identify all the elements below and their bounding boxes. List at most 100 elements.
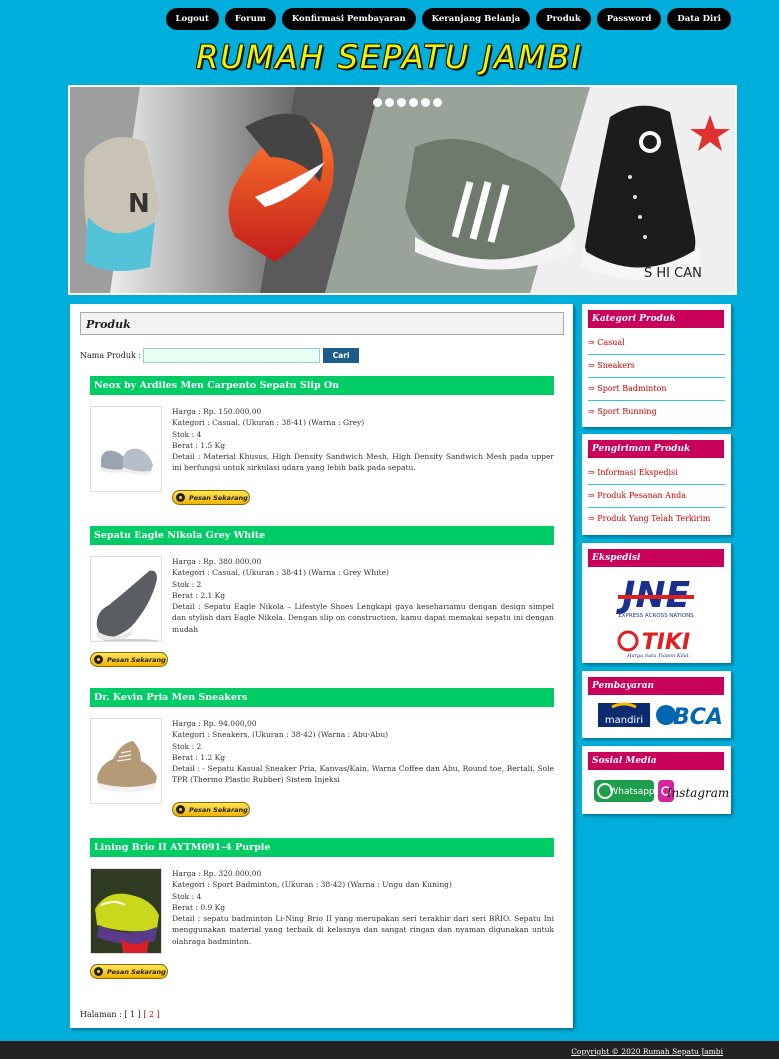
product-detail: Detail : Material Khusus, High Density S… — [172, 452, 554, 473]
product-category: Kategori : Sport Badminton, (Ukuran : 38… — [172, 880, 452, 890]
slider-dot[interactable] — [373, 98, 382, 107]
copyright-link[interactable]: Copyright © 2020 Rumah Sepatu Jambi — [571, 1047, 723, 1056]
product-weight: Berat : 1.5 Kg — [172, 440, 226, 450]
product-detail: Detail : - Sepatu Kasual Sneaker Pria, K… — [172, 764, 554, 785]
product-image[interactable] — [90, 718, 162, 804]
nav-data-diri[interactable]: Data Diri — [667, 8, 731, 30]
slider-dot[interactable] — [385, 98, 394, 107]
pagination-current: [ 1 ] — [124, 1010, 141, 1019]
jne-tagline: EXPRESS ACROSS NATIONS — [618, 613, 694, 619]
search-form: Nama Produk : Cari — [80, 348, 360, 363]
product-image[interactable] — [90, 868, 162, 954]
product-category: Kategori : Sneakers, (Ukuran : 38-42) (W… — [172, 730, 389, 740]
product-image[interactable] — [90, 556, 162, 642]
pagination-page-2[interactable]: [ 2 ] — [143, 1010, 159, 1019]
product-card: Neox by Ardiles Men Carpento Sepatu Slip… — [90, 376, 554, 505]
site-title: RUMAH SEPATU JAMBI — [196, 38, 583, 76]
pagination: Halaman : [ 1 ] [ 2 ] — [80, 1010, 160, 1019]
cart-icon — [94, 967, 103, 976]
cart-icon — [176, 493, 185, 502]
search-input[interactable] — [143, 348, 321, 363]
bca-logo: BCA — [673, 705, 723, 730]
product-title[interactable]: Neox by Ardiles Men Carpento Sepatu Slip… — [90, 376, 554, 395]
product-title[interactable]: Dr. Kevin Pria Men Sneakers — [90, 688, 554, 707]
whatsapp-link[interactable]: Whatsapp — [609, 787, 655, 797]
product-info: Harga : Rp. 320.000,00 Kategori : Sport … — [172, 868, 554, 947]
product-weight: Berat : 0.9 Kg — [172, 902, 226, 912]
nav-keranjang-belanja[interactable]: Keranjang Belanja — [421, 8, 531, 30]
product-title[interactable]: Lining Brio II AYTM091-4 Purple — [90, 838, 554, 857]
product-info: Harga : Rp. 94.000,00 Kategori : Sneaker… — [172, 718, 554, 786]
product-detail: Detail : sepatu badminton Li-Ning Brio I… — [172, 914, 554, 946]
nav-forum[interactable]: Forum — [224, 8, 276, 30]
sidebar-pembayaran: Pembayaran mandiri BCA — [582, 671, 731, 738]
product-price: Harga : Rp. 320.000,00 — [172, 869, 262, 878]
nav-password[interactable]: Password — [596, 8, 662, 30]
tiki-logo: TIKI — [642, 630, 690, 655]
slider-dot[interactable] — [433, 98, 442, 107]
sidebar-heading: Kategori Produk — [588, 310, 724, 328]
pagination-label: Halaman : — [80, 1010, 122, 1019]
product-price: Harga : Rp. 94.000,00 — [172, 719, 257, 728]
sidebar-sosial: Sosial Media Whatsapp Instagram — [582, 746, 731, 814]
product-detail: Detail : Sepatu Eagle Nikola – Lifestyle… — [172, 602, 554, 634]
tiki-tagline: Harga Satu Tiapon Kilat — [626, 653, 690, 659]
sidebar-heading: Pembayaran — [588, 677, 724, 695]
cart-icon — [94, 655, 103, 664]
sidebar-item-sport-badminton[interactable]: ⇒ Sport Badminton — [588, 378, 725, 401]
product-price: Harga : Rp. 380.000,00 — [172, 557, 262, 566]
slider-dot[interactable] — [397, 98, 406, 107]
sidebar-kategori: Kategori Produk ⇒ Casual ⇒ Sneakers ⇒ Sp… — [582, 304, 731, 427]
sidebar-item-produk-pesanan[interactable]: ⇒ Produk Pesanan Anda — [588, 485, 725, 508]
sidebar-heading: Ekspedisi — [588, 549, 724, 567]
sidebar-heading: Pengiriman Produk — [588, 440, 724, 458]
product-price: Harga : Rp. 150.000,00 — [172, 407, 262, 416]
product-category: Kategori : Casual, (Ukuran : 38-41) (War… — [172, 418, 365, 428]
banner-slideshow: N S HI CAN — [70, 87, 735, 293]
slider-dot[interactable] — [421, 98, 430, 107]
product-weight: Berat : 2.1 Kg — [172, 590, 226, 600]
svg-text:N: N — [128, 189, 150, 219]
slider-dots — [373, 98, 442, 107]
product-stock: Stok : 2 — [172, 741, 202, 751]
nav-logout[interactable]: Logout — [165, 8, 219, 30]
sidebar-item-informasi-ekspedisi[interactable]: ⇒ Informasi Ekspedisi — [588, 462, 725, 485]
sidebar-item-sport-running[interactable]: ⇒ Sport Running — [588, 401, 725, 423]
bank-logos: mandiri BCA — [598, 702, 723, 730]
banner-image: N S HI CAN — [70, 87, 735, 293]
slider-dot[interactable] — [409, 98, 418, 107]
order-button[interactable]: Pesan Sekarang — [90, 964, 168, 979]
sidebar-item-casual[interactable]: ⇒ Casual — [588, 332, 725, 355]
product-category: Kategori : Casual, (Ukuran : 38-41) (War… — [172, 568, 389, 578]
social-logos: Whatsapp Instagram — [594, 780, 730, 802]
search-label: Nama Produk : — [80, 351, 142, 360]
sidebar-heading: Sosial Media — [588, 752, 724, 770]
product-card: Sepatu Eagle Nikola Grey White Harga : R… — [90, 526, 554, 667]
product-title[interactable]: Sepatu Eagle Nikola Grey White — [90, 526, 554, 545]
mandiri-logo: mandiri — [605, 715, 643, 726]
courier-logos: JNE EXPRESS ACROSS NATIONS TIKI Harga Sa… — [616, 575, 694, 659]
page-title: Produk — [80, 312, 564, 335]
cart-icon — [176, 805, 185, 814]
product-stock: Stok : 4 — [172, 891, 202, 901]
banner-caption: S HI CAN — [644, 266, 702, 281]
order-button[interactable]: Pesan Sekarang — [90, 652, 168, 667]
nav-konfirmasi-pembayaran[interactable]: Konfirmasi Pembayaran — [281, 8, 416, 30]
product-info: Harga : Rp. 380.000,00 Kategori : Casual… — [172, 556, 554, 635]
search-button[interactable]: Cari — [323, 348, 360, 363]
product-info: Harga : Rp. 150.000,00 Kategori : Casual… — [172, 406, 554, 474]
sidebar-ekspedisi: Ekspedisi JNE EXPRESS ACROSS NATIONS TIK… — [582, 543, 731, 663]
sidebar-pengiriman: Pengiriman Produk ⇒ Informasi Ekspedisi … — [582, 434, 731, 535]
order-button[interactable]: Pesan Sekarang — [172, 490, 250, 505]
main-content: Produk Nama Produk : Cari Neox by Ardile… — [70, 304, 573, 1028]
sidebar-item-sneakers[interactable]: ⇒ Sneakers — [588, 355, 725, 378]
nav-produk[interactable]: Produk — [536, 8, 591, 30]
product-stock: Stok : 4 — [172, 429, 202, 439]
top-nav: Logout Forum Konfirmasi Pembayaran Keran… — [165, 8, 731, 30]
instagram-link[interactable]: Instagram — [666, 786, 730, 800]
product-card: Lining Brio II AYTM091-4 Purple Harga : … — [90, 838, 554, 979]
order-button[interactable]: Pesan Sekarang — [172, 802, 250, 817]
sidebar-item-produk-terkirim[interactable]: ⇒ Produk Yang Telah Terkirim — [588, 508, 725, 530]
product-card: Dr. Kevin Pria Men Sneakers Harga : Rp. … — [90, 688, 554, 817]
product-image[interactable] — [90, 406, 162, 492]
